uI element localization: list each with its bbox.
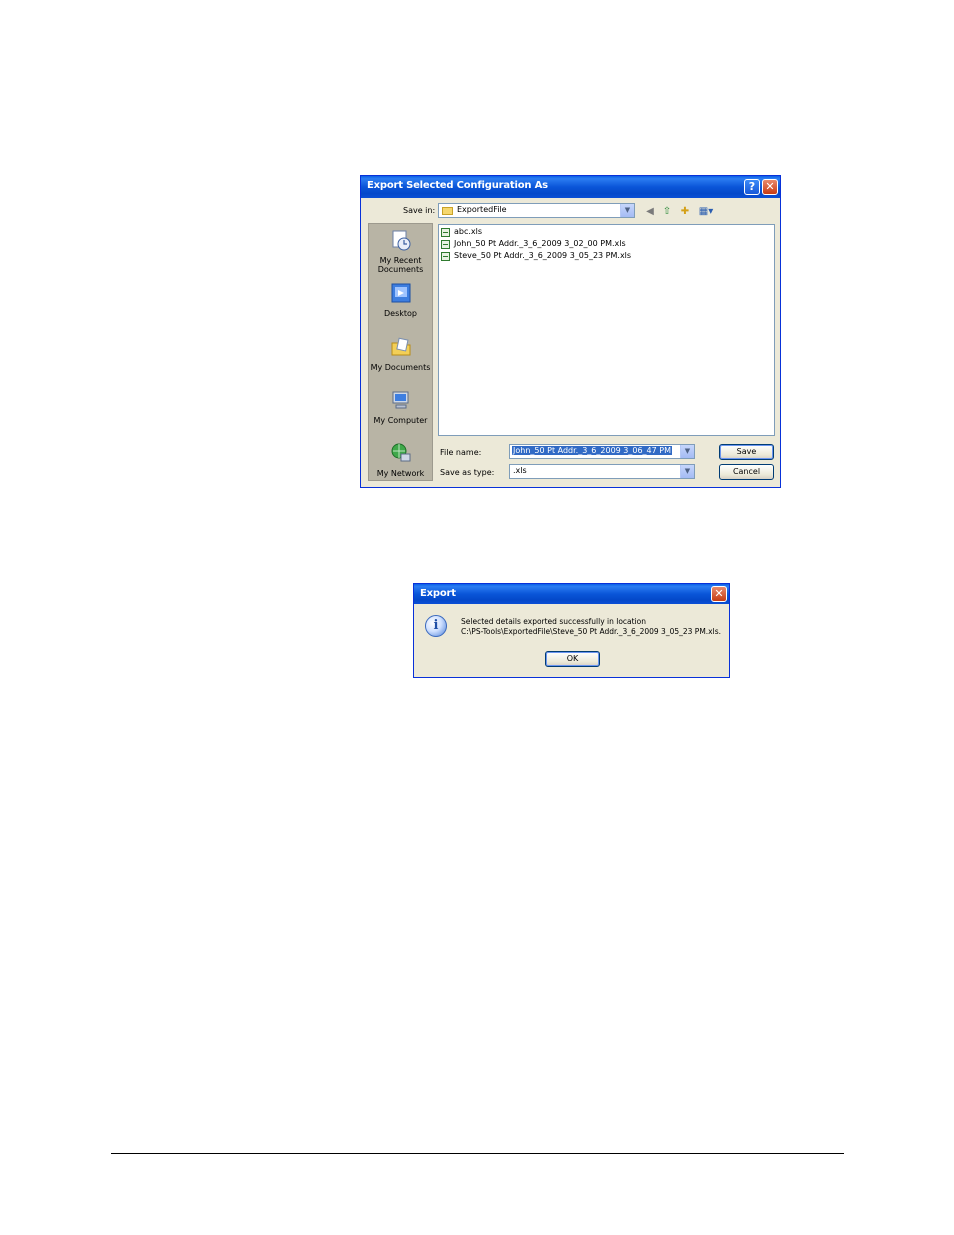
save-dialog: Export Selected Configuration As ? ✕ Sav… (360, 175, 781, 488)
chevron-down-icon[interactable]: ▼ (680, 465, 694, 478)
export-dialog-title-bar[interactable]: Export ✕ (414, 584, 729, 604)
chevron-down-icon[interactable]: ▼ (680, 445, 694, 458)
chevron-down-icon[interactable]: ▼ (620, 204, 634, 217)
save-in-combo[interactable]: ExportedFile ▼ (438, 203, 635, 218)
save-in-label: Save in: (403, 206, 436, 215)
my-network-icon (391, 443, 410, 462)
file-list[interactable]: abc.xls John_50 Pt Addr._3_6_2009 3_02_0… (438, 224, 775, 436)
export-message-line2: C:\PS-Tools\ExportedFile\Steve_50 Pt Add… (461, 627, 721, 636)
file-name-input[interactable]: John_50 Pt Addr._3_6_2009 3_06_47 PM ▼ (509, 444, 695, 459)
page-footer-rule (111, 1153, 844, 1154)
place-label: My Recent Documents (377, 256, 424, 274)
my-computer-icon (392, 391, 408, 409)
file-name: Steve_50 Pt Addr._3_6_2009 3_05_23 PM.xl… (454, 251, 632, 260)
save-dialog-close-button[interactable]: ✕ (762, 179, 778, 195)
save-as-type-select[interactable]: .xls ▼ (509, 464, 695, 479)
excel-file-icon (441, 252, 450, 261)
file-name-value: John_50 Pt Addr._3_6_2009 3_06_47 PM (512, 446, 673, 455)
place-my-network[interactable]: My Network (369, 442, 432, 478)
file-name: John_50 Pt Addr._3_6_2009 3_02_00 PM.xls (454, 239, 626, 248)
place-label: My Network (376, 469, 425, 478)
view-menu-icon[interactable]: ▦▾ (697, 206, 715, 218)
recent-documents-icon (392, 230, 410, 251)
my-documents-icon (391, 337, 410, 356)
save-as-type-label: Save as type: (440, 468, 495, 477)
desktop-icon (391, 283, 410, 303)
place-my-documents[interactable]: My Documents (369, 336, 432, 372)
save-as-type-value: .xls (513, 466, 527, 475)
new-folder-icon[interactable]: ✚ (679, 206, 691, 218)
place-label: My Documents (370, 363, 431, 372)
cancel-button[interactable]: Cancel (719, 464, 774, 480)
place-desktop[interactable]: Desktop (369, 282, 432, 318)
save-button[interactable]: Save (719, 444, 774, 460)
help-button[interactable]: ? (744, 179, 760, 195)
save-dialog-title: Export Selected Configuration As (367, 180, 548, 191)
export-message-line1: Selected details exported successfully i… (461, 617, 647, 626)
ok-button[interactable]: OK (545, 651, 600, 667)
export-dialog: Export ✕ i Selected details exported suc… (413, 583, 730, 678)
folder-icon (442, 207, 453, 215)
excel-file-icon (441, 228, 450, 237)
export-dialog-title: Export (420, 588, 456, 599)
file-name-label: File name: (440, 448, 482, 457)
back-icon[interactable]: ◀ (644, 206, 656, 218)
save-dialog-title-bar[interactable]: Export Selected Configuration As ? ✕ (361, 176, 780, 198)
up-folder-icon[interactable]: ⇧ (661, 206, 673, 218)
info-icon: i (425, 615, 447, 637)
file-name: abc.xls (454, 227, 483, 236)
place-label: Desktop (384, 309, 417, 318)
place-label: My Computer (373, 416, 428, 425)
place-my-computer[interactable]: My Computer (369, 389, 432, 425)
export-dialog-close-button[interactable]: ✕ (711, 586, 727, 602)
excel-file-icon (441, 240, 450, 249)
save-in-value: ExportedFile (457, 205, 507, 214)
places-bar: My Recent Documents Desktop My Documents (368, 223, 433, 481)
place-my-recent-documents[interactable]: My Recent Documents (369, 229, 432, 274)
